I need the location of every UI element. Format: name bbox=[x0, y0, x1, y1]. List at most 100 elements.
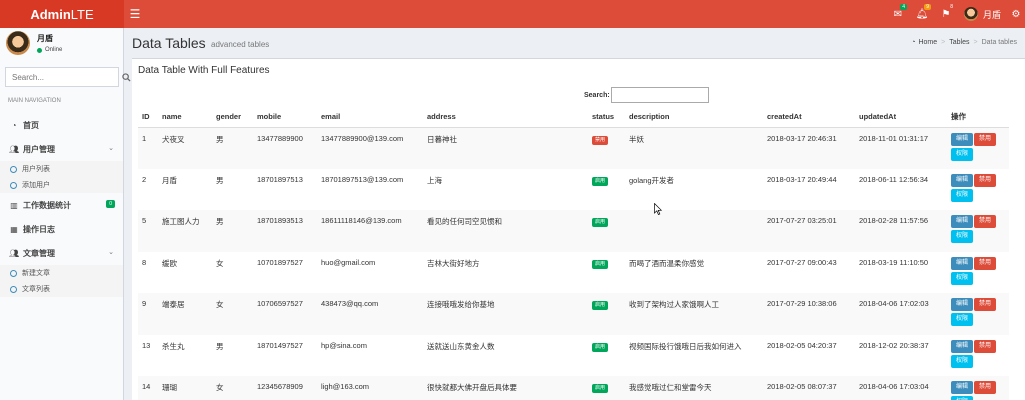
cell-address: 很快就都大佛开盘后具体要 bbox=[423, 376, 588, 400]
cell-mobile: 18701897513 bbox=[257, 174, 303, 184]
ban-button[interactable]: 禁用 bbox=[974, 339, 997, 353]
cell-id: 1 bbox=[138, 127, 158, 169]
column-header[interactable]: description bbox=[625, 107, 763, 128]
sidebar-subitem-label: 文章列表 bbox=[22, 286, 50, 293]
permission-button[interactable]: 权限 bbox=[951, 396, 974, 400]
status-badge: 启用 bbox=[592, 176, 609, 186]
cell-actions: 编辑禁用权限 bbox=[947, 169, 1009, 211]
column-header[interactable]: name bbox=[158, 107, 212, 128]
permission-button[interactable]: 权限 bbox=[951, 354, 974, 368]
table-row: 5 施工图人力男 18701893513 18611118146@139.com 看见的… bbox=[138, 210, 1009, 252]
sidebar-subitem-article-list[interactable]: 文章列表 bbox=[0, 281, 123, 297]
cell-actions: 编辑禁用权限 bbox=[947, 335, 1009, 377]
cell-createdAt: 2018-03-17 20:49:44 bbox=[767, 174, 837, 184]
permission-button[interactable]: 权限 bbox=[951, 313, 974, 326]
permission-button[interactable]: 权限 bbox=[951, 271, 974, 285]
edit-button[interactable]: 编辑 bbox=[951, 298, 974, 311]
column-header[interactable]: mobile bbox=[253, 107, 317, 128]
permission-button[interactable]: 权限 bbox=[951, 230, 974, 243]
search-icon[interactable] bbox=[122, 68, 131, 86]
tasks-flag-icon[interactable]: ⚑ 8 bbox=[934, 0, 958, 28]
table-search-label: Search: bbox=[584, 91, 610, 99]
logo-bold: Admin bbox=[30, 6, 71, 22]
sidebar-subitem-user-list[interactable]: 用户列表 bbox=[0, 161, 123, 177]
column-header[interactable]: gender bbox=[212, 107, 253, 128]
cell-gender: 女 bbox=[212, 376, 253, 400]
column-header[interactable]: status bbox=[588, 107, 625, 128]
users-table: ID name gender mobile email address status desc… bbox=[138, 107, 1009, 400]
ban-button[interactable]: 禁用 bbox=[974, 298, 997, 311]
breadcrumb-tables[interactable]: Tables bbox=[949, 39, 969, 46]
cell-id: 8 bbox=[142, 257, 147, 267]
user-avatar bbox=[6, 31, 30, 55]
cell-name: 端泰居 bbox=[158, 293, 212, 335]
logo[interactable]: Admin LTE bbox=[0, 0, 124, 28]
nav-header: MAIN NAVIGATION bbox=[8, 98, 61, 104]
breadcrumb-current: Data tables bbox=[981, 39, 1017, 46]
control-sidebar-gears-icon[interactable]: ⚙ bbox=[1007, 0, 1025, 28]
sidebar-subitem-add-user[interactable]: 添加用户 bbox=[0, 177, 123, 193]
cell-mobile: 18701497527 bbox=[257, 340, 303, 350]
sidebar-item-article-management[interactable]: 👥︎ 文章管理 ⌄ bbox=[0, 241, 123, 265]
table-search-input[interactable] bbox=[610, 87, 709, 103]
cell-email: hp@sina.com bbox=[321, 340, 367, 350]
table-row: 9 端泰居女 10706597527 438473@qq.com 连接哦哦发给你基地 启用… bbox=[138, 293, 1009, 335]
messages-envelope-icon[interactable]: ✉ 4 bbox=[886, 0, 910, 28]
column-header[interactable]: 操作 bbox=[947, 107, 1009, 128]
messages-badge: 4 bbox=[900, 4, 907, 10]
ban-button[interactable]: 禁用 bbox=[974, 132, 997, 146]
cell-description: 半妖 bbox=[625, 127, 763, 169]
ban-button[interactable]: 禁用 bbox=[974, 256, 997, 270]
permission-button[interactable]: 权限 bbox=[951, 147, 974, 161]
box-title: Data Table With Full Features bbox=[138, 65, 270, 76]
status-badge: 禁用 bbox=[592, 135, 609, 145]
cell-name: 珊瑚 bbox=[158, 376, 212, 400]
table-icon: ▦ bbox=[10, 224, 18, 234]
ban-button[interactable]: 禁用 bbox=[974, 173, 997, 187]
column-header[interactable]: createdAt bbox=[763, 107, 855, 128]
ban-button[interactable]: 禁用 bbox=[974, 381, 997, 394]
cell-mobile: 10701897527 bbox=[257, 257, 303, 267]
permission-button[interactable]: 权限 bbox=[951, 188, 974, 202]
cell-address: 连接哦哦发给你基地 bbox=[423, 293, 588, 335]
cell-status: 启用 bbox=[588, 210, 625, 252]
cell-createdAt: 2017-07-27 03:25:01 bbox=[763, 210, 855, 252]
sidebar-toggle-bars-icon[interactable]: ☰ bbox=[128, 6, 142, 22]
cell-email: 18611118146@139.com bbox=[317, 210, 423, 252]
edit-button[interactable]: 编辑 bbox=[951, 339, 974, 353]
column-header[interactable]: updatedAt bbox=[855, 107, 947, 128]
table-row: 8 缓欧 女 10701897527 huo@gmail.com 吉林大街好地方 启用 而喝了… bbox=[138, 252, 1009, 294]
notifications-bell-icon[interactable]: 🔔︎ 9 bbox=[910, 0, 934, 28]
sidebar-item-work-stats[interactable]: ▥ 工作数据统计 0 bbox=[0, 193, 123, 217]
sidebar-item-home[interactable]: ◔ 首页 bbox=[0, 113, 123, 137]
cell-description: golang开发者 bbox=[629, 175, 675, 185]
sidebar-item-operation-log[interactable]: ▦ 操作日志 bbox=[0, 217, 123, 241]
column-header[interactable]: email bbox=[317, 107, 423, 128]
circle-icon bbox=[10, 165, 17, 173]
edit-button[interactable]: 编辑 bbox=[951, 173, 974, 187]
user-menu[interactable]: 月盾 bbox=[958, 0, 1007, 28]
edit-button[interactable]: 编辑 bbox=[951, 215, 974, 228]
table-row: 2 月盾 男 18701897513 18701897513@139.com 上海 启用 go… bbox=[138, 169, 1009, 211]
column-header[interactable]: ID bbox=[138, 107, 158, 128]
status-badge: 启用 bbox=[592, 342, 609, 352]
cell-id: 5 bbox=[138, 210, 158, 252]
column-header[interactable]: address bbox=[423, 107, 588, 128]
table-row: 13 杀生丸 男 18701497527 hp@sina.com 送就送山东黄金人数 启用 视… bbox=[138, 335, 1009, 377]
cell-gender: 女 bbox=[212, 293, 253, 335]
sidebar-search-input[interactable] bbox=[6, 68, 122, 86]
table-search: Search: bbox=[584, 87, 709, 103]
sidebar-item-user-management[interactable]: 👥︎ 用户管理 ⌄ bbox=[0, 137, 123, 161]
cell-id: 2 bbox=[142, 174, 147, 184]
cell-status: 启用 bbox=[588, 293, 625, 335]
cell-updatedAt: 2018-03-19 11:10:50 bbox=[859, 257, 929, 267]
sidebar-subitem-new-article[interactable]: 新建文章 bbox=[0, 265, 123, 281]
edit-button[interactable]: 编辑 bbox=[951, 381, 974, 394]
edit-button[interactable]: 编辑 bbox=[951, 132, 974, 146]
edit-button[interactable]: 编辑 bbox=[951, 256, 974, 270]
cell-name: 月盾 bbox=[162, 175, 177, 185]
ban-button[interactable]: 禁用 bbox=[974, 215, 997, 228]
status-badge: 启用 bbox=[592, 259, 609, 269]
breadcrumb-home[interactable]: Home bbox=[918, 39, 937, 46]
cell-name: 杀生丸 bbox=[162, 341, 185, 351]
